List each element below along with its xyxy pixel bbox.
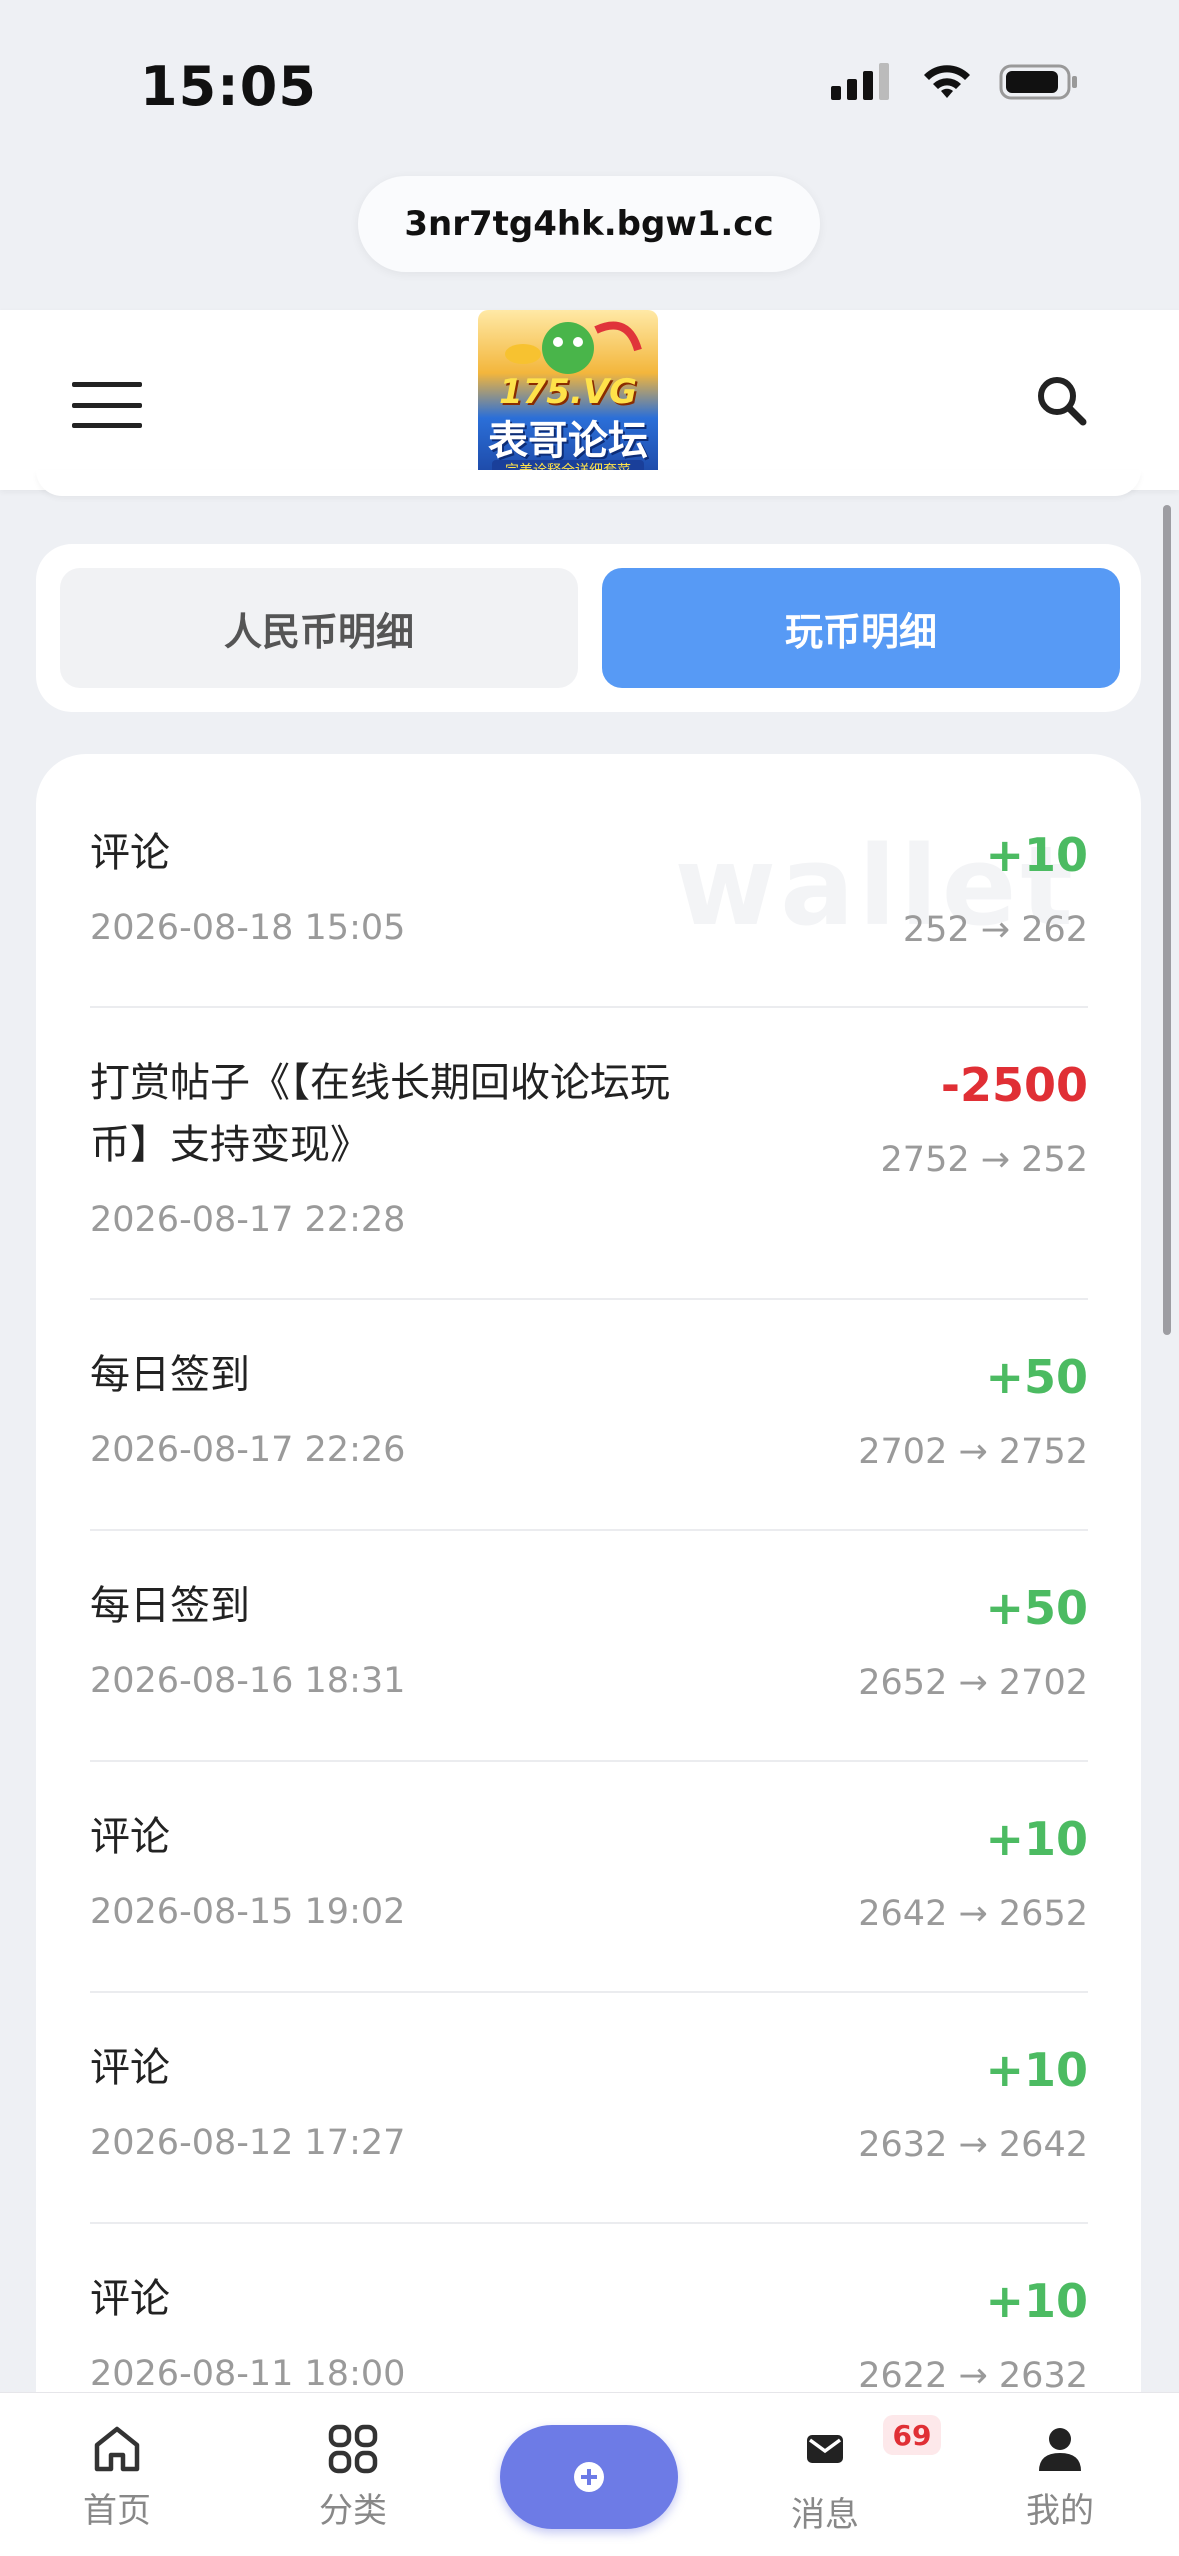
list-item[interactable]: 打赏帖子《【在线长期回收论坛玩 币】支持变现》 2026-08-17 22:28… — [90, 1008, 1088, 1300]
record-title-line2: 币】支持变现》 — [90, 1122, 370, 1168]
nav-category-label: 分类 — [319, 2491, 387, 2531]
record-date: 2026-08-18 15:05 — [90, 908, 406, 948]
nav-mine[interactable]: 我的 — [985, 2423, 1135, 2532]
url-bar[interactable]: 3nr7tg4hk.bgw1.cc — [358, 176, 820, 272]
nav-category[interactable]: 分类 — [278, 2423, 428, 2532]
list-item[interactable]: 评论 2026-08-15 19:02 +10 2642 → 2652 — [90, 1762, 1088, 1993]
nav-messages-label: 消息 — [791, 2495, 859, 2535]
tab-rmb-details[interactable]: 人民币明细 — [60, 568, 578, 688]
record-title: 评论 — [90, 2276, 170, 2322]
scrollbar[interactable] — [1163, 505, 1171, 1335]
site-header: 175.VG 表哥论坛 完美诠释全详细套菜 — [0, 310, 1179, 490]
record-date: 2026-08-17 22:26 — [90, 1430, 406, 1470]
record-balance: 2622 → 2632 — [858, 2356, 1088, 2396]
record-amount: +10 — [985, 1812, 1088, 1866]
record-title: 每日签到 — [90, 1583, 250, 1629]
grid-icon — [328, 2424, 378, 2474]
url-text: 3nr7tg4hk.bgw1.cc — [404, 204, 774, 244]
record-balance: 252 → 262 — [902, 910, 1088, 950]
list-item[interactable]: 评论 2026-08-18 15:05 +10 252 → 262 — [90, 754, 1088, 1008]
record-date: 2026-08-12 17:27 — [90, 2123, 406, 2163]
record-date: 2026-08-15 19:02 — [90, 1892, 406, 1932]
previous-card-edge — [36, 470, 1141, 496]
record-title: 打赏帖子《【在线长期回收论坛玩 币】支持变现》 — [90, 1052, 670, 1176]
tab-coin-details[interactable]: 玩币明细 — [602, 568, 1120, 688]
wifi-icon — [924, 65, 970, 98]
record-title: 评论 — [90, 1814, 170, 1860]
list-item[interactable]: 每日签到 2026-08-17 22:26 +50 2702 → 2752 — [90, 1300, 1088, 1531]
post-button[interactable] — [500, 2425, 678, 2529]
bottom-nav: 首页 分类 69 消息 我的 — [0, 2392, 1179, 2556]
status-icons — [831, 62, 1079, 102]
logo-main-text: 表哥论坛 — [488, 418, 648, 464]
nav-mine-label: 我的 — [1026, 2491, 1094, 2531]
nav-home-label: 首页 — [83, 2491, 151, 2531]
record-title: 每日签到 — [90, 1352, 250, 1398]
mail-icon — [807, 2435, 843, 2463]
nav-home[interactable]: 首页 — [42, 2423, 192, 2532]
record-title: 评论 — [90, 830, 170, 876]
plus-circle-icon — [574, 2462, 604, 2492]
record-date: 2026-08-17 22:28 — [90, 1200, 406, 1240]
record-balance: 2632 → 2642 — [858, 2125, 1088, 2165]
dragon-emblem-icon — [505, 321, 642, 374]
record-amount: +50 — [985, 1350, 1088, 1404]
record-amount: +50 — [985, 1581, 1088, 1635]
record-title: 评论 — [90, 2045, 170, 2091]
cellular-signal-icon — [831, 63, 889, 100]
record-amount: +10 — [985, 2274, 1088, 2328]
home-icon — [94, 2426, 140, 2472]
logo-top-text: 175.VG — [498, 372, 638, 412]
record-balance: 2702 → 2752 — [858, 1432, 1088, 1472]
record-balance: 2642 → 2652 — [858, 1894, 1088, 1934]
record-date: 2026-08-11 18:00 — [90, 2354, 406, 2394]
user-icon — [1039, 2428, 1081, 2471]
records-list: wallet 评论 2026-08-18 15:05 +10 252 → 262… — [36, 754, 1141, 2454]
record-date: 2026-08-16 18:31 — [90, 1661, 406, 1701]
search-icon[interactable] — [1033, 372, 1089, 428]
list-item[interactable]: 评论 2026-08-12 17:27 +10 2632 → 2642 — [90, 1993, 1088, 2224]
menu-icon[interactable] — [72, 382, 142, 428]
record-amount: -2500 — [940, 1058, 1088, 1112]
list-item[interactable]: 每日签到 2026-08-16 18:31 +50 2652 → 2702 — [90, 1531, 1088, 1762]
tab-switcher: 人民币明细 玩币明细 — [36, 544, 1141, 712]
record-amount: +10 — [985, 2043, 1088, 2097]
messages-badge: 69 — [883, 2415, 941, 2455]
record-balance: 2652 → 2702 — [858, 1663, 1088, 1703]
battery-icon — [999, 64, 1077, 100]
nav-messages[interactable]: 69 消息 — [750, 2415, 941, 2536]
record-title-line1: 打赏帖子《【在线长期回收论坛玩 — [90, 1060, 670, 1106]
status-bar: 15:05 — [0, 0, 1179, 160]
record-amount: +10 — [985, 828, 1088, 882]
record-balance: 2752 → 252 — [880, 1140, 1088, 1180]
status-time: 15:05 — [140, 55, 317, 118]
site-logo[interactable]: 175.VG 表哥论坛 完美诠释全详细套菜 — [478, 310, 658, 490]
